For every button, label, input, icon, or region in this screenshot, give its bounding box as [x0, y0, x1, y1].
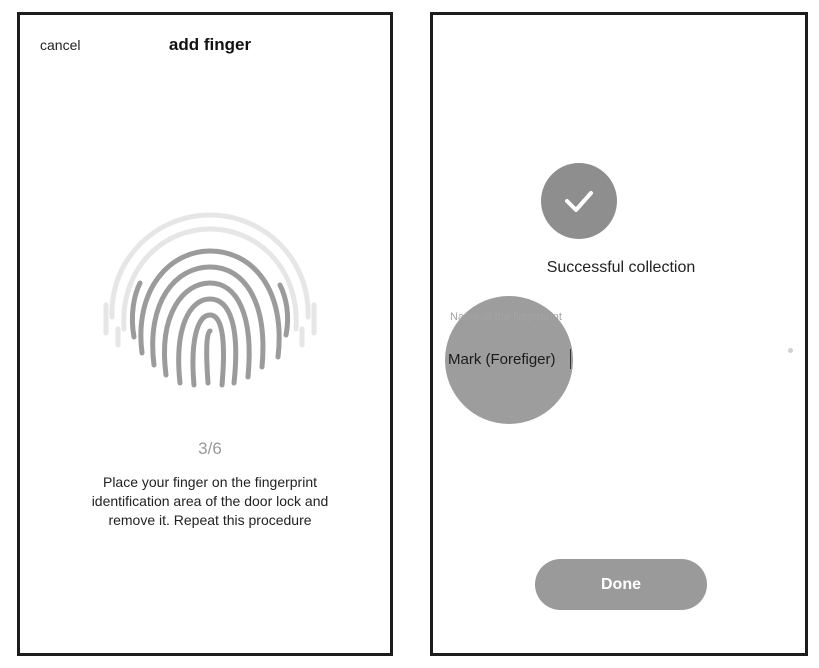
fingerprint-icon [103, 212, 317, 388]
name-field-label: Name of the fingerprint [450, 311, 562, 323]
check-icon [565, 191, 593, 212]
page-title: add finger [168, 35, 252, 54]
progress-counter: 3/6 [198, 439, 222, 458]
done-button[interactable]: Done [535, 559, 707, 610]
success-message: Successful collection [546, 259, 696, 276]
add-finger-screen: cancel add finger 3/6 Place your finger … [17, 12, 393, 656]
instruction-text: Place your finger on the fingerprint ide… [91, 474, 329, 528]
fingerprint-name-input[interactable] [448, 348, 578, 370]
success-screen: Successful collection Name of the finger… [430, 12, 808, 656]
text-cursor [570, 349, 571, 369]
success-indicator [541, 163, 617, 239]
field-end-dot [788, 348, 793, 353]
